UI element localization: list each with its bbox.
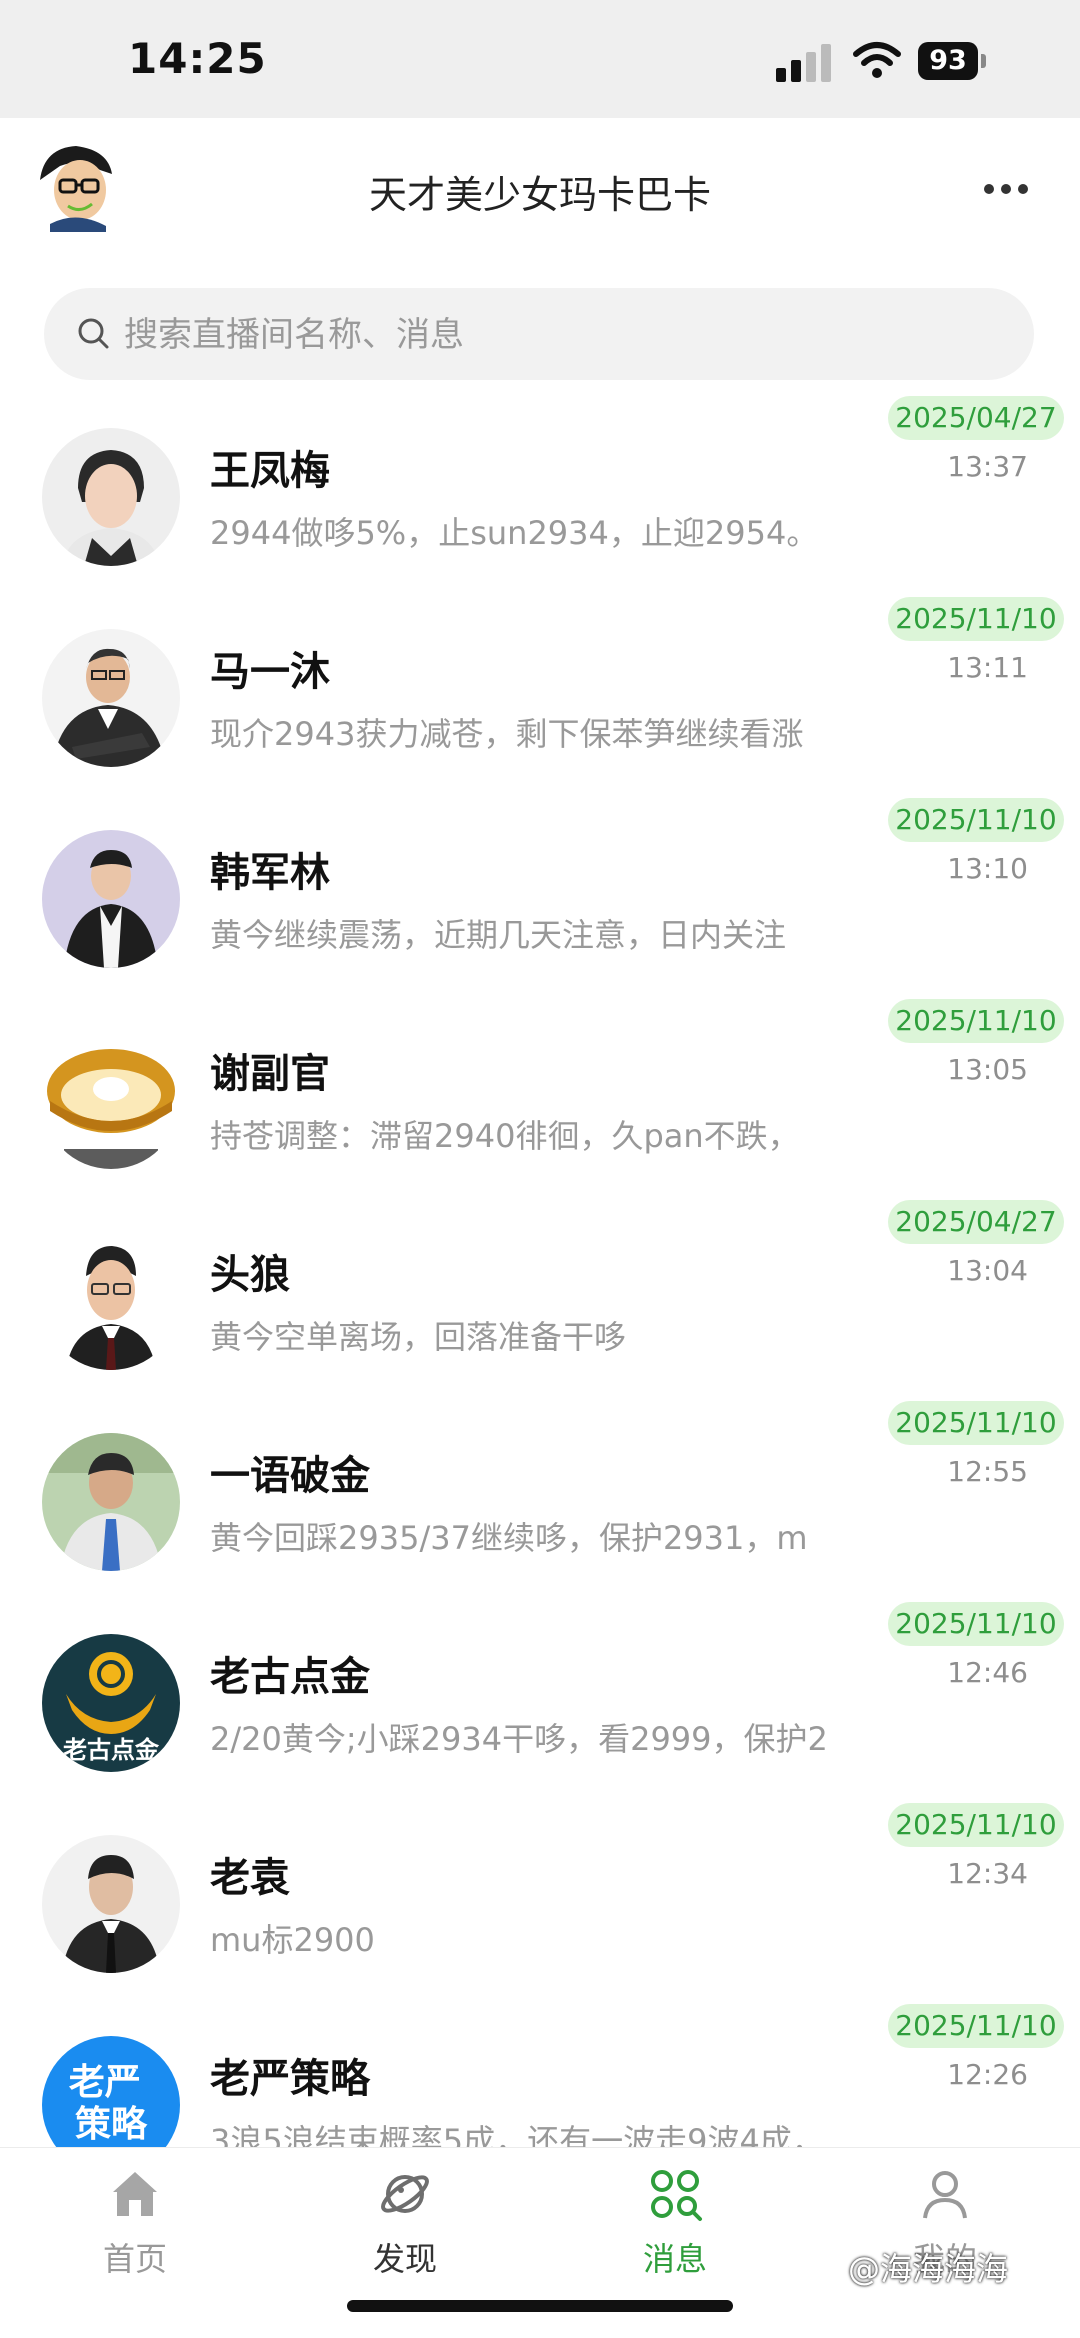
- room-name: 一语破金: [210, 1453, 370, 1499]
- search-bar[interactable]: [44, 288, 1034, 382]
- avatar: [42, 1835, 180, 1973]
- last-message: 3浪5浪结束概率5成，还有一波走9波4成，: [210, 2122, 824, 2147]
- last-message: 黄今继续震荡，近期几天注意，日内关注: [210, 916, 787, 954]
- planet-icon: [381, 2175, 429, 2213]
- message-time: 12:34: [947, 1857, 1028, 1890]
- list-item[interactable]: 谢副官 持苍调整：滞留2940徘徊，久pan不跌， 2025/11/10 13:…: [0, 995, 1080, 1197]
- last-message: 2/20黄今;小踩2934干哆，看2999，保护2: [210, 1720, 828, 1758]
- date-badge: 2025/04/27: [888, 396, 1064, 440]
- last-message: 2944做哆5%，止sun2934，止迎2954。: [210, 514, 819, 552]
- room-name: 老古点金: [210, 1654, 370, 1700]
- list-item[interactable]: 一语破金 黄今回踩2935/37继续哆，保护2931，m 2025/11/10 …: [0, 1397, 1080, 1599]
- date-badge: 2025/11/10: [888, 2004, 1064, 2048]
- list-item[interactable]: 老严 策略 老严策略 3浪5浪结束概率5成，还有一波走9波4成， 2025/11…: [0, 2000, 1080, 2147]
- list-item[interactable]: 头狼 黄今空单离场，回落准备干哆 2025/04/27 13:04: [0, 1196, 1080, 1398]
- avatar: [42, 428, 180, 566]
- status-bar: 14:25 93: [0, 0, 1080, 118]
- app-header: 天才美少女玛卡巴卡: [0, 118, 1080, 268]
- message-time: 12:55: [947, 1455, 1028, 1488]
- message-time: 12:46: [947, 1656, 1028, 1689]
- avatar: 老严 策略: [42, 2036, 180, 2147]
- date-badge: 2025/11/10: [888, 597, 1064, 641]
- date-badge: 2025/04/27: [888, 1200, 1064, 1244]
- wifi-icon: [853, 42, 901, 78]
- person-icon: [923, 2171, 967, 2219]
- avatar: [42, 1031, 180, 1169]
- date-badge: 2025/11/10: [888, 1401, 1064, 1445]
- avatar: [42, 1232, 180, 1370]
- nav-label: 消息: [642, 2240, 707, 2278]
- page-title: 天才美少女玛卡巴卡: [368, 173, 711, 217]
- more-options-icon[interactable]: [984, 184, 1028, 198]
- last-message: 黄今空单离场，回落准备干哆: [210, 1318, 627, 1356]
- last-message: 现介2943获力减苍，剩下保苯笋继续看涨: [210, 715, 804, 753]
- status-time: 14:25: [128, 34, 267, 83]
- home-icon: [113, 2172, 157, 2216]
- date-badge: 2025/11/10: [888, 999, 1064, 1043]
- avatar-text: 老严 策略: [69, 2062, 154, 2145]
- avatar: 老古点金: [42, 1634, 180, 1772]
- message-time: 13:11: [947, 651, 1028, 684]
- home-indicator[interactable]: [347, 2300, 733, 2312]
- last-message: mu标2900: [210, 1921, 375, 1959]
- room-name: 老袁: [210, 1855, 290, 1901]
- avatar: [42, 629, 180, 767]
- message-time: 12:26: [947, 2058, 1028, 2091]
- message-time: 13:04: [947, 1254, 1028, 1287]
- avatar-text: 老古点金: [63, 1736, 160, 1764]
- nav-discover[interactable]: 发现: [330, 2166, 480, 2278]
- search-icon: [78, 318, 109, 349]
- cellular-signal-icon: [776, 44, 831, 82]
- nav-label: 发现: [372, 2240, 437, 2278]
- date-badge: 2025/11/10: [888, 798, 1064, 842]
- nav-home[interactable]: 首页: [60, 2166, 210, 2278]
- room-name: 王凤梅: [210, 448, 330, 494]
- avatar: [42, 830, 180, 968]
- list-item[interactable]: 王凤梅 2944做哆5%，止sun2934，止迎2954。 2025/04/27…: [0, 395, 1080, 594]
- list-item[interactable]: 马一沐 现介2943获力减苍，剩下保苯笋继续看涨 2025/11/10 13:1…: [0, 593, 1080, 795]
- room-name: 老严策略: [210, 2056, 370, 2102]
- message-time: 13:37: [947, 450, 1028, 483]
- battery-icon: 93: [918, 42, 988, 80]
- date-badge: 2025/11/10: [888, 1803, 1064, 1847]
- list-item[interactable]: 老袁 mu标2900 2025/11/10 12:34: [0, 1799, 1080, 2001]
- last-message: 持苍调整：滞留2940徘徊，久pan不跌，: [210, 1117, 800, 1155]
- date-badge: 2025/11/10: [888, 1602, 1064, 1646]
- nav-label: 首页: [102, 2240, 167, 2278]
- battery-level: 93: [918, 42, 978, 80]
- room-name: 马一沐: [210, 649, 330, 695]
- last-message: 黄今回踩2935/37继续哆，保护2931，m: [210, 1519, 808, 1557]
- room-name: 谢副官: [210, 1051, 330, 1097]
- message-time: 13:10: [947, 852, 1028, 885]
- room-name: 头狼: [210, 1252, 290, 1298]
- list-item[interactable]: 老古点金 老古点金 2/20黄今;小踩2934干哆，看2999，保护2 2025…: [0, 1598, 1080, 1800]
- list-item[interactable]: 韩军林 黄今继续震荡，近期几天注意，日内关注 2025/11/10 13:10: [0, 794, 1080, 996]
- message-grid-icon: [651, 2170, 702, 2221]
- search-input[interactable]: [122, 288, 1006, 382]
- room-list: 王凤梅 2944做哆5%，止sun2934，止迎2954。 2025/04/27…: [0, 395, 1080, 2147]
- nav-messages[interactable]: 消息: [600, 2166, 750, 2278]
- watermark: @海海海海: [848, 2250, 1009, 2288]
- avatar: [42, 1433, 180, 1571]
- room-name: 韩军林: [210, 850, 330, 896]
- message-time: 13:05: [947, 1053, 1028, 1086]
